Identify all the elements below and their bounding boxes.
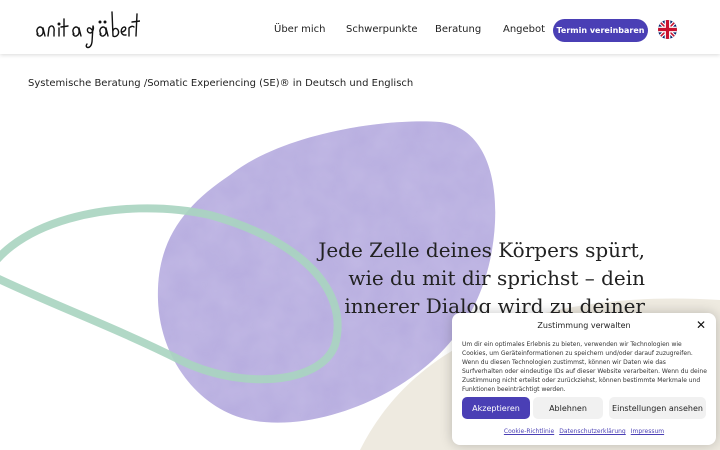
hero-quote-clip: Jede Zelle deines Körpers spürt, wie du …	[300, 230, 660, 316]
privacy-policy-link[interactable]: Datenschutzerklärung	[559, 428, 626, 435]
logo-signature	[36, 11, 141, 49]
cookie-consent-dialog: Zustimmung verwalten ✕ Um dir ein optima…	[452, 313, 716, 445]
consent-text: Um dir ein optimales Erlebnis zu bieten,…	[462, 341, 707, 393]
site-header: Über mich Schwerpunkte Beratung Angebot …	[0, 0, 720, 54]
book-appointment-button[interactable]: Termin vereinbaren	[553, 19, 648, 42]
cookie-policy-link[interactable]: Cookie-Richtlinie	[504, 428, 554, 435]
uk-flag-icon[interactable]	[658, 20, 677, 39]
accept-button[interactable]: Akzeptieren	[462, 397, 530, 419]
page-subtitle: Systemische Beratung /Somatic Experienci…	[28, 78, 414, 89]
nav-angebot[interactable]: Angebot	[503, 24, 545, 35]
consent-links: Cookie-Richtlinie Datenschutzerklärung I…	[452, 428, 716, 435]
quote-line: Jede Zelle deines Körpers spürt,	[318, 238, 645, 262]
hero-quote: Jede Zelle deines Körpers spürt, wie du …	[300, 236, 645, 316]
reject-button[interactable]: Ablehnen	[533, 397, 603, 419]
site-logo[interactable]	[30, 6, 141, 52]
nav-ueber-mich[interactable]: Über mich	[274, 24, 325, 35]
imprint-link[interactable]: Impressum	[631, 428, 664, 435]
nav-beratung[interactable]: Beratung	[435, 24, 481, 35]
quote-line: wie du mit dir sprichst – dein	[348, 266, 645, 290]
close-icon[interactable]: ✕	[695, 319, 707, 331]
view-settings-button[interactable]: Einstellungen ansehen	[609, 397, 706, 419]
consent-title: Zustimmung verwalten	[537, 321, 631, 330]
nav-schwerpunkte[interactable]: Schwerpunkte	[346, 24, 418, 35]
